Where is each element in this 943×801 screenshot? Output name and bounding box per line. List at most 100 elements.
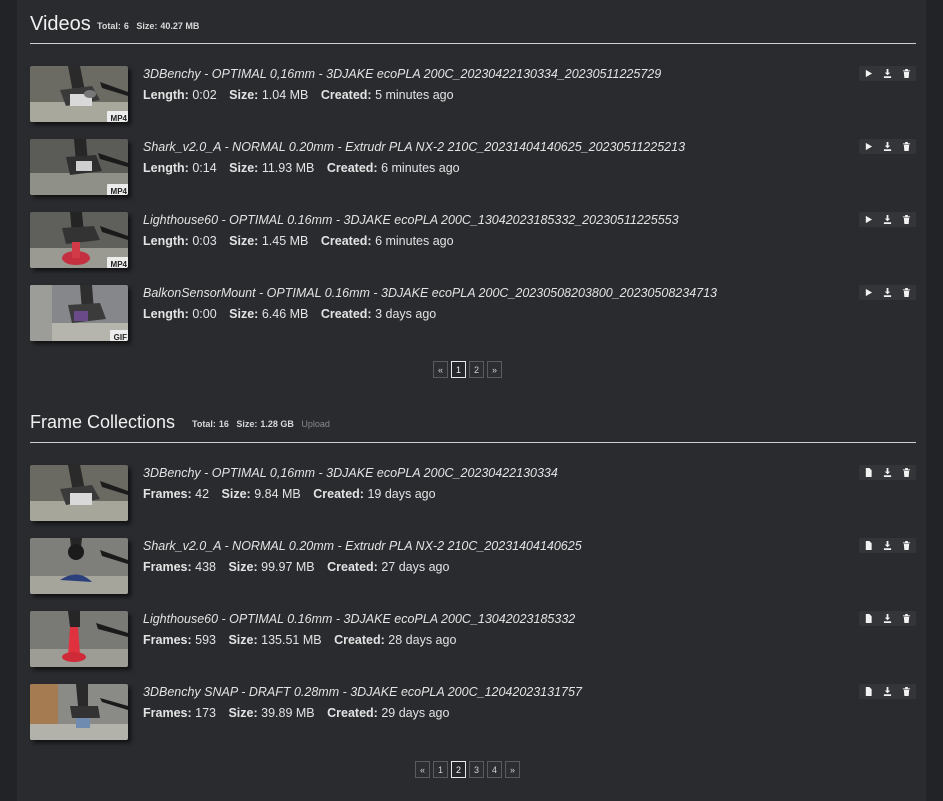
- video-size: 1.45 MB: [261, 234, 309, 248]
- video-thumbnail[interactable]: MP4: [30, 139, 128, 195]
- video-filename: Lighthouse60 - OPTIMAL 0.16mm - 3DJAKE e…: [143, 213, 679, 227]
- pager-page-1[interactable]: 1: [451, 361, 466, 378]
- frames-title: Frame Collections: [30, 412, 176, 432]
- trash-icon[interactable]: [897, 465, 916, 480]
- format-badge: MP4: [106, 111, 128, 122]
- download-icon[interactable]: [878, 611, 897, 626]
- format-badge: GIF: [109, 330, 128, 341]
- video-length: 0:02: [192, 88, 217, 102]
- collection-created: 29 days ago: [381, 706, 450, 720]
- download-icon[interactable]: [878, 212, 897, 227]
- video-actions: [859, 139, 916, 154]
- pager-page-3[interactable]: 3: [469, 761, 484, 778]
- format-badge: MP4: [106, 257, 128, 268]
- video-item: MP4 3DBenchy - OPTIMAL 0,16mm - 3DJAKE e…: [30, 66, 916, 128]
- video-actions: [859, 66, 916, 81]
- collection-created: 19 days ago: [367, 487, 436, 501]
- pager-next[interactable]: »: [487, 361, 502, 378]
- videos-pagination: « 1 2 »: [433, 361, 502, 378]
- download-icon[interactable]: [878, 465, 897, 480]
- pager-next[interactable]: »: [505, 761, 520, 778]
- trash-icon[interactable]: [897, 285, 916, 300]
- download-icon[interactable]: [878, 538, 897, 553]
- render-file-icon[interactable]: [859, 538, 878, 553]
- pager-prev[interactable]: «: [415, 761, 430, 778]
- collection-size: 39.89 MB: [261, 706, 315, 720]
- video-size: 6.46 MB: [261, 307, 309, 321]
- video-thumbnail[interactable]: GIF: [30, 285, 128, 341]
- video-stats: Length: 0:02 Size: 1.04 MB Created: 5 mi…: [143, 88, 454, 102]
- render-file-icon[interactable]: [859, 611, 878, 626]
- frame-count: 173: [195, 706, 216, 720]
- collection-actions: [859, 538, 916, 553]
- collection-name: 3DBenchy - OPTIMAL 0,16mm - 3DJAKE ecoPL…: [143, 466, 558, 480]
- collection-stats: Frames: 173 Size: 39.89 MB Created: 29 d…: [143, 706, 450, 720]
- collection-size: 99.97 MB: [261, 560, 315, 574]
- video-created: 6 minutes ago: [381, 161, 460, 175]
- pager-page-1[interactable]: 1: [433, 761, 448, 778]
- render-file-icon[interactable]: [859, 465, 878, 480]
- collection-thumbnail[interactable]: [30, 465, 128, 521]
- collection-size: 135.51 MB: [261, 633, 322, 647]
- collection-actions: [859, 611, 916, 626]
- frames-size: 1.28 GB: [260, 419, 294, 429]
- video-created: 3 days ago: [375, 307, 437, 321]
- pager-page-2[interactable]: 2: [469, 361, 484, 378]
- play-icon[interactable]: [859, 139, 878, 154]
- download-icon[interactable]: [878, 684, 897, 699]
- videos-meta: Total: 6 Size: 40.27 MB: [97, 21, 200, 31]
- play-icon[interactable]: [859, 66, 878, 81]
- trash-icon[interactable]: [897, 611, 916, 626]
- download-icon[interactable]: [878, 285, 897, 300]
- frames-meta: Total: 16 Size: 1.28 GB Upload: [192, 419, 330, 429]
- video-length: 0:03: [192, 234, 217, 248]
- videos-header: Videos Total: 6 Size: 40.27 MB: [30, 0, 916, 35]
- collection-name: 3DBenchy SNAP - DRAFT 0.28mm - 3DJAKE ec…: [143, 685, 582, 699]
- video-created: 5 minutes ago: [375, 88, 454, 102]
- video-length: 0:14: [192, 161, 217, 175]
- trash-icon[interactable]: [897, 684, 916, 699]
- collection-thumbnail[interactable]: [30, 611, 128, 667]
- timelapse-panel: Videos Total: 6 Size: 40.27 MB MP4 3DBen…: [17, 0, 926, 801]
- frames-total: 16: [218, 419, 229, 429]
- videos-section: Videos Total: 6 Size: 40.27 MB MP4 3DBen…: [30, 0, 916, 378]
- video-thumbnail[interactable]: MP4: [30, 66, 128, 122]
- frames-header: Frame Collections Total: 16 Size: 1.28 GB …: [30, 398, 916, 433]
- pager-page-4[interactable]: 4: [487, 761, 502, 778]
- frame-collection-item: Lighthouse60 - OPTIMAL 0.16mm - 3DJAKE e…: [30, 611, 916, 673]
- video-size: 11.93 MB: [261, 161, 315, 175]
- frame-collection-item: Shark_v2.0_A - NORMAL 0.20mm - Extrudr P…: [30, 538, 916, 600]
- frame-collection-item: 3DBenchy SNAP - DRAFT 0.28mm - 3DJAKE ec…: [30, 684, 916, 746]
- trash-icon[interactable]: [897, 66, 916, 81]
- video-actions: [859, 285, 916, 300]
- video-actions: [859, 212, 916, 227]
- collection-stats: Frames: 593 Size: 135.51 MB Created: 28 …: [143, 633, 457, 647]
- videos-total: 6: [123, 21, 129, 31]
- video-stats: Length: 0:00 Size: 6.46 MB Created: 3 da…: [143, 307, 437, 321]
- frame-collection-item: 3DBenchy - OPTIMAL 0,16mm - 3DJAKE ecoPL…: [30, 465, 916, 527]
- play-icon[interactable]: [859, 212, 878, 227]
- video-item: MP4 Lighthouse60 - OPTIMAL 0.16mm - 3DJA…: [30, 212, 916, 274]
- pager-page-2[interactable]: 2: [451, 761, 466, 778]
- download-icon[interactable]: [878, 66, 897, 81]
- frames-section: Frame Collections Total: 16 Size: 1.28 GB …: [30, 398, 916, 778]
- videos-size: 40.27 MB: [160, 21, 200, 31]
- collection-created: 27 days ago: [381, 560, 450, 574]
- collection-thumbnail[interactable]: [30, 538, 128, 594]
- video-item: GIF BalkonSensorMount - OPTIMAL 0.16mm -…: [30, 285, 916, 347]
- trash-icon[interactable]: [897, 139, 916, 154]
- upload-link[interactable]: Upload: [301, 419, 330, 429]
- frames-divider: [30, 442, 916, 443]
- collection-name: Shark_v2.0_A - NORMAL 0.20mm - Extrudr P…: [143, 539, 582, 553]
- video-stats: Length: 0:03 Size: 1.45 MB Created: 6 mi…: [143, 234, 454, 248]
- trash-icon[interactable]: [897, 538, 916, 553]
- play-icon[interactable]: [859, 285, 878, 300]
- render-file-icon[interactable]: [859, 684, 878, 699]
- trash-icon[interactable]: [897, 212, 916, 227]
- video-filename: BalkonSensorMount - OPTIMAL 0.16mm - 3DJ…: [143, 286, 717, 300]
- collection-thumbnail[interactable]: [30, 684, 128, 740]
- frame-count: 438: [195, 560, 216, 574]
- download-icon[interactable]: [878, 139, 897, 154]
- video-thumbnail[interactable]: MP4: [30, 212, 128, 268]
- pager-prev[interactable]: «: [433, 361, 448, 378]
